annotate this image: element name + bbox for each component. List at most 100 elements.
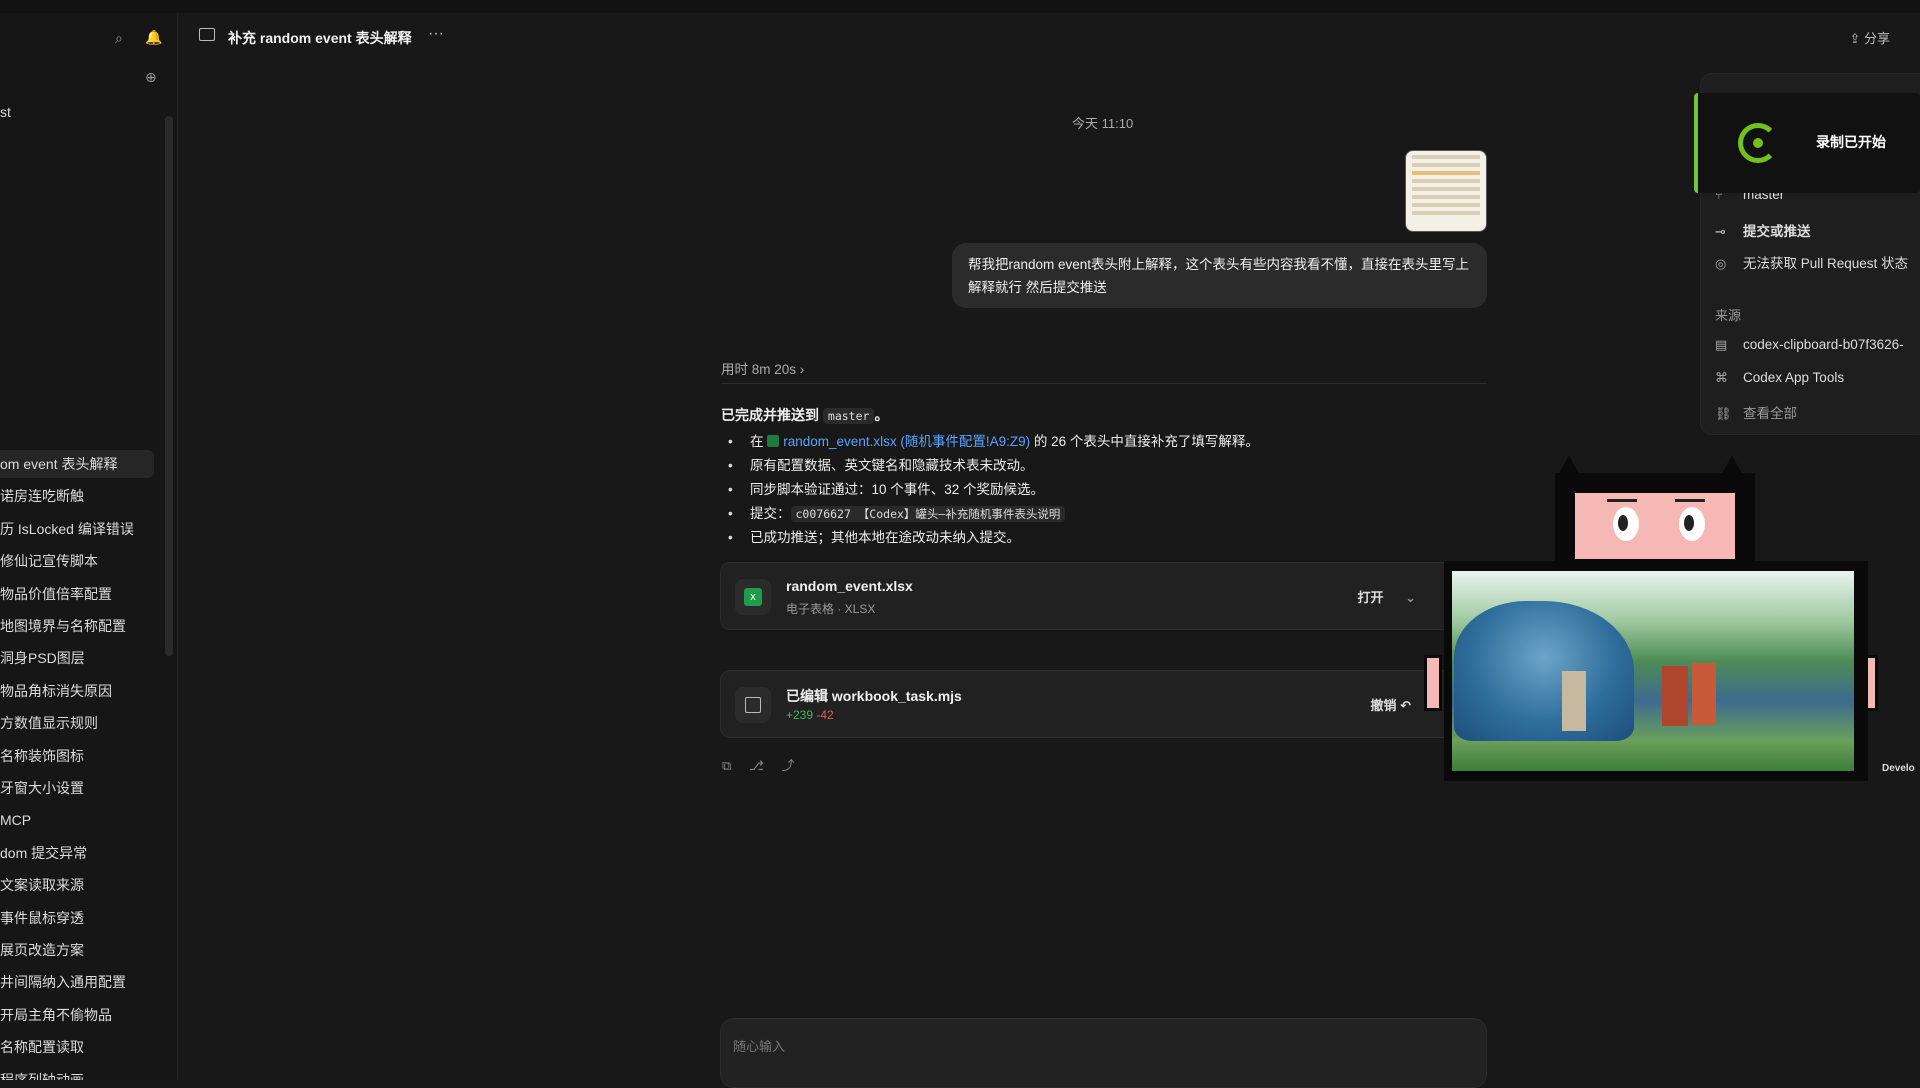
user-message: 帮我把random event表头附上解释，这个表头有些内容我看不懂，直接在表头… xyxy=(952,243,1487,308)
sidebar-item[interactable]: 修仙记宣传脚本 xyxy=(0,547,154,575)
character-sprite xyxy=(1662,666,1688,726)
b1-prefix: 在 xyxy=(750,434,764,449)
list-item: 在 random_event.xlsx (随机事件配置!A9:Z9) 的 26 … xyxy=(728,430,1259,454)
game-preview-window[interactable] xyxy=(1444,561,1868,781)
summary-line: 已完成并推送到 master。 xyxy=(721,405,888,425)
view-all-label: 查看全部 xyxy=(1743,406,1797,421)
link-icon: ⛓ xyxy=(1715,406,1732,421)
open-button[interactable]: 打开 ⌄ xyxy=(1357,587,1416,606)
source-item[interactable]: ⌘ Codex App Tools xyxy=(1715,370,1844,386)
develop-label: Develo xyxy=(1882,763,1915,774)
source-label: Codex App Tools xyxy=(1743,370,1845,385)
cat-eye-left xyxy=(1613,507,1639,541)
summary-suffix: 。 xyxy=(874,407,889,423)
bell-icon[interactable]: 🔔 xyxy=(145,29,162,46)
folder-icon xyxy=(199,28,215,41)
commit-push-label: 提交或推送 xyxy=(1743,224,1811,239)
message-timestamp: 今天 11:10 xyxy=(1072,116,1134,131)
spreadsheet-icon: x xyxy=(735,579,771,615)
file-type: 电子表格 · XLSX xyxy=(786,602,876,616)
sidebar-item[interactable]: 诺房连吃断触 xyxy=(0,482,154,510)
sidebar-item[interactable]: 文案读取来源 xyxy=(0,871,154,899)
sidebar-item[interactable]: 地图境界与名称配置 xyxy=(0,612,154,640)
undo-button[interactable]: 撤销 ↶ xyxy=(1370,695,1411,714)
more-options-button[interactable]: ··· xyxy=(428,25,444,43)
page-title: 补充 random event 表头解释 xyxy=(228,30,412,46)
diff-stats: +239 -42 xyxy=(786,708,834,722)
list-item: 提交：c0076627 【Codex】罐头—补充随机事件表头说明 xyxy=(728,502,1259,526)
sidebar-item[interactable]: 名称装饰图标 xyxy=(0,742,154,770)
document-icon: ▤ xyxy=(1715,337,1728,352)
sidebar-item[interactable]: 物品价值倍率配置 xyxy=(0,580,154,608)
recording-text: 录制已开始 xyxy=(1816,134,1886,150)
share-button[interactable]: ⇪ 分享 xyxy=(1849,28,1890,47)
sidebar-item[interactable]: 程序列轴动画 xyxy=(0,1066,154,1080)
composer[interactable]: 随心输入 xyxy=(720,1018,1487,1088)
branch-code: master xyxy=(822,408,875,424)
composer-placeholder[interactable]: 随心输入 xyxy=(733,1036,785,1055)
character-sprite xyxy=(1692,663,1716,725)
sidebar-item[interactable]: 历 IsLocked 编译错误 xyxy=(0,515,154,543)
sidebar-item[interactable]: 名称配置读取 xyxy=(0,1033,154,1061)
sidebar-item[interactable]: 展页改造方案 xyxy=(0,936,154,964)
cat-paw-left xyxy=(1424,655,1442,711)
share-label: 分享 xyxy=(1863,31,1890,46)
pr-status-label: 无法获取 Pull Request 状态 xyxy=(1743,256,1909,271)
undo-icon: ↶ xyxy=(1400,698,1411,713)
list-item: 原有配置数据、英文键名和隐藏技术表未改动。 xyxy=(728,454,1259,478)
tools-icon: ⌘ xyxy=(1715,370,1728,385)
elapsed-toggle[interactable]: 用时 8m 20s › xyxy=(721,358,804,378)
sidebar-item[interactable]: 洞身PSD图层 xyxy=(0,644,154,672)
open-label: 打开 xyxy=(1357,590,1384,605)
edit-card[interactable]: 已编辑 workbook_task.mjs +239 -42 撤销 ↶ xyxy=(720,670,1487,738)
undo-label: 撤销 xyxy=(1370,698,1397,713)
chevron-down-icon[interactable]: ⌄ xyxy=(1405,590,1416,605)
cat-pet-head[interactable] xyxy=(1555,473,1755,563)
file-card[interactable]: x random_event.xlsx 电子表格 · XLSX 打开 ⌄ xyxy=(720,562,1487,630)
source-item[interactable]: ▤ codex-clipboard-b07f3626- xyxy=(1715,337,1904,353)
file-link[interactable]: random_event.xlsx (随机事件配置!A9:Z9) xyxy=(783,434,1030,449)
file-name: random_event.xlsx xyxy=(786,578,913,594)
sidebar-scrollbar[interactable] xyxy=(165,116,173,656)
character-sprite xyxy=(1562,671,1586,731)
pr-status-row[interactable]: ◎ 无法获取 Pull Request 状态 xyxy=(1715,252,1908,272)
sidebar-item[interactable]: 事件鼠标穿透 xyxy=(0,904,154,932)
attached-image-thumbnail[interactable] xyxy=(1405,150,1487,232)
edited-file-name: 已编辑 workbook_task.mjs xyxy=(786,688,962,704)
list-item: 同步脚本验证通过：10 个事件、32 个奖励候选。 xyxy=(728,478,1259,502)
commit-push-row[interactable]: ⊸ 提交或推送 xyxy=(1715,220,1811,240)
upload-icon: ⇪ xyxy=(1849,31,1864,46)
sidebar-item[interactable]: 牙窗大小设置 xyxy=(0,774,154,802)
spreadsheet-icon xyxy=(767,435,780,447)
fork-icon[interactable]: ⤴ xyxy=(782,758,795,773)
sidebar: ⌕ 🔔 ⊕ st om event 表头解释 诺房连吃断触历 IsLocked 编… xyxy=(0,13,178,1080)
summary-list: 在 random_event.xlsx (随机事件配置!A9:Z9) 的 26 … xyxy=(728,430,1259,550)
sidebar-item[interactable]: 方数值显示规则 xyxy=(0,709,154,737)
sidebar-item[interactable]: dom 提交异常 xyxy=(0,839,154,867)
sidebar-item[interactable]: 井间隔纳入通用配置 xyxy=(0,968,154,996)
github-icon: ◎ xyxy=(1715,256,1727,271)
recording-logo-icon xyxy=(1738,123,1778,163)
view-all-link[interactable]: ⛓ 查看全部 xyxy=(1715,402,1797,422)
sidebar-item[interactable]: om event 表头解释 xyxy=(0,450,154,478)
sources-heading: 来源 xyxy=(1715,308,1742,323)
sidebar-item[interactable]: 开局主角不偷物品 xyxy=(0,1001,154,1029)
message-actions: ⧉ ⎇ ⤴ xyxy=(722,755,809,774)
lines-removed: -42 xyxy=(816,708,834,722)
cat-face xyxy=(1575,493,1735,559)
branch-icon[interactable]: ⎇ xyxy=(749,758,764,773)
source-label: codex-clipboard-b07f3626- xyxy=(1743,337,1904,352)
list-item: 已成功推送；其他本地在途改动未纳入提交。 xyxy=(728,526,1259,550)
sidebar-item[interactable]: st xyxy=(0,98,154,126)
sidebar-item[interactable]: 物品角标消失原因 xyxy=(0,677,154,705)
copy-icon[interactable]: ⧉ xyxy=(722,758,731,773)
pixel-tree xyxy=(1454,601,1634,741)
git-commit-icon: ⊸ xyxy=(1715,224,1726,239)
cat-brow-left xyxy=(1607,499,1637,502)
b1-suffix: 的 26 个表头中直接补充了填写解释。 xyxy=(1033,434,1259,449)
game-scene-image xyxy=(1452,571,1854,771)
sidebar-item[interactable]: MCP xyxy=(0,806,154,834)
new-chat-icon[interactable]: ⊕ xyxy=(145,69,157,86)
summary-prefix: 已完成并推送到 xyxy=(721,407,819,423)
search-icon[interactable]: ⌕ xyxy=(115,30,123,47)
